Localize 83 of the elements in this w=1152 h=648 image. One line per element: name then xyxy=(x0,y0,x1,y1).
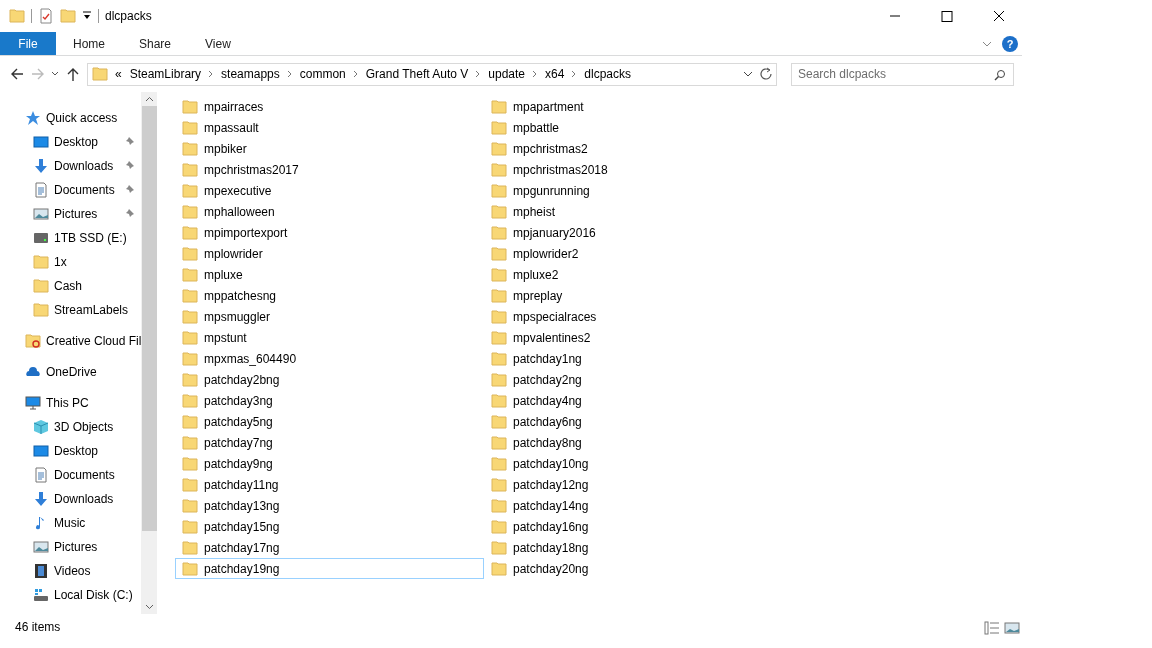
sidebar-item[interactable]: Pictures xyxy=(0,535,141,559)
ribbon-tab[interactable]: Share xyxy=(122,32,189,55)
folder-item[interactable]: patchday3ng xyxy=(175,390,484,411)
folder-item[interactable]: patchday17ng xyxy=(175,537,484,558)
folder-item[interactable]: patchday15ng xyxy=(175,516,484,537)
sidebar-item[interactable]: Desktop xyxy=(0,130,141,154)
folder-item[interactable]: mpassault xyxy=(175,117,484,138)
folder-item[interactable]: mplowrider2 xyxy=(484,243,793,264)
sidebar-item[interactable]: 1x xyxy=(0,250,141,274)
ribbon-tab[interactable]: View xyxy=(188,32,248,55)
folder-item[interactable]: patchday4ng xyxy=(484,390,793,411)
folder-item[interactable]: patchday6ng xyxy=(484,411,793,432)
overflow-marker-label: « xyxy=(114,66,123,83)
folder-item[interactable]: mpairraces xyxy=(175,96,484,117)
sidebar-item[interactable]: Desktop xyxy=(0,439,141,463)
folder-item[interactable]: patchday12ng xyxy=(484,474,793,495)
search-field[interactable]: Search dlcpacks xyxy=(791,62,1014,86)
folder-item[interactable]: mppatchesng xyxy=(175,285,484,306)
item-count: 46 items xyxy=(15,619,61,636)
folder-item[interactable]: mpchristmas2 xyxy=(484,138,793,159)
sidebar-item[interactable]: 3D Objects xyxy=(0,415,141,439)
folder-item[interactable]: mpxmas_604490 xyxy=(175,348,484,369)
breadcrumb[interactable]: steamapps xyxy=(220,65,281,83)
folder-item[interactable]: mpheist xyxy=(484,201,793,222)
folder-item[interactable]: mpgunrunning xyxy=(484,180,793,201)
sidebar-item[interactable]: OneDrive xyxy=(0,360,141,384)
folder-item[interactable]: patchday16ng xyxy=(484,516,793,537)
folder-item[interactable]: patchday18ng xyxy=(484,537,793,558)
sidebar-item[interactable]: 1TB SSD (E:) xyxy=(0,226,141,250)
folder-item[interactable]: mpstunt xyxy=(175,327,484,348)
folder-item[interactable]: mpapartment xyxy=(484,96,793,117)
folder-item[interactable]: patchday11ng xyxy=(175,474,484,495)
folder-item[interactable]: patchday19ng xyxy=(175,558,484,579)
folder-item[interactable]: mpspecialraces xyxy=(484,306,793,327)
window-title: dlcpacks xyxy=(105,8,152,25)
folder-item[interactable]: patchday1ng xyxy=(484,348,793,369)
folder-item[interactable]: patchday2bng xyxy=(175,369,484,390)
folder-item[interactable]: mpluxe2 xyxy=(484,264,793,285)
folder-item[interactable]: mpimportexport xyxy=(175,222,484,243)
breadcrumb[interactable]: dlcpacks xyxy=(583,65,633,83)
folder-item[interactable]: patchday8ng xyxy=(484,432,793,453)
breadcrumb[interactable]: SteamLibrary xyxy=(128,65,203,83)
ribbon-tab[interactable]: Home xyxy=(56,32,122,55)
folder-item[interactable]: patchday7ng xyxy=(175,432,484,453)
breadcrumb[interactable]: Grand Theft Auto V xyxy=(364,65,470,83)
address-bar[interactable]: « SteamLibrary steamapps common Grand Theft Auto V update x64 dlcpacks xyxy=(87,62,777,86)
sidebar-item[interactable]: Documents xyxy=(0,178,141,202)
ribbon-tab[interactable]: File xyxy=(0,32,56,55)
folder-item[interactable]: mpsmuggler xyxy=(175,306,484,327)
folder-item[interactable]: patchday14ng xyxy=(484,495,793,516)
sidebar-item[interactable]: This PC xyxy=(0,391,141,415)
sidebar-item[interactable]: Creative Cloud Fil xyxy=(0,329,141,353)
sidebar-item[interactable]: Local Disk (C:) xyxy=(0,583,141,607)
sidebar-item[interactable]: StreamLabels xyxy=(0,298,141,322)
folder-item[interactable]: mpluxe xyxy=(175,264,484,285)
folder-item[interactable]: patchday10ng xyxy=(484,453,793,474)
sidebar-item[interactable]: Documents xyxy=(0,463,141,487)
folder-item[interactable]: mpbattle xyxy=(484,117,793,138)
folder-item[interactable]: mpvalentines2 xyxy=(484,327,793,348)
folder-item[interactable]: mpreplay xyxy=(484,285,793,306)
folder-item[interactable]: mplowrider xyxy=(175,243,484,264)
folder-item[interactable]: patchday13ng xyxy=(175,495,484,516)
sidebar-item[interactable]: Downloads xyxy=(0,487,141,511)
sidebar-item[interactable]: Music xyxy=(0,511,141,535)
folder-item[interactable]: mphalloween xyxy=(175,201,484,222)
folder-item[interactable]: patchday5ng xyxy=(175,411,484,432)
folder-item[interactable]: mpchristmas2017 xyxy=(175,159,484,180)
folder-item[interactable]: mpbiker xyxy=(175,138,484,159)
help-button[interactable]: ? xyxy=(1002,35,1018,52)
folder-item[interactable]: patchday2ng xyxy=(484,369,793,390)
sidebar-item[interactable]: Cash xyxy=(0,274,141,298)
sidebar-item[interactable]: Pictures xyxy=(0,202,141,226)
breadcrumb[interactable]: common xyxy=(298,65,347,83)
breadcrumb[interactable]: update xyxy=(487,65,526,83)
folder-item[interactable]: mpchristmas2018 xyxy=(484,159,793,180)
folder-item[interactable]: patchday9ng xyxy=(175,453,484,474)
breadcrumb[interactable]: x64 xyxy=(544,65,566,83)
sidebar-item[interactable]: Downloads xyxy=(0,154,141,178)
folder-item[interactable]: mpjanuary2016 xyxy=(484,222,793,243)
sidebar-item[interactable]: Videos xyxy=(0,559,141,583)
folder-item[interactable]: mpexecutive xyxy=(175,180,484,201)
folder-item[interactable]: patchday20ng xyxy=(484,558,793,579)
sidebar-item[interactable]: Quick access xyxy=(0,106,141,130)
